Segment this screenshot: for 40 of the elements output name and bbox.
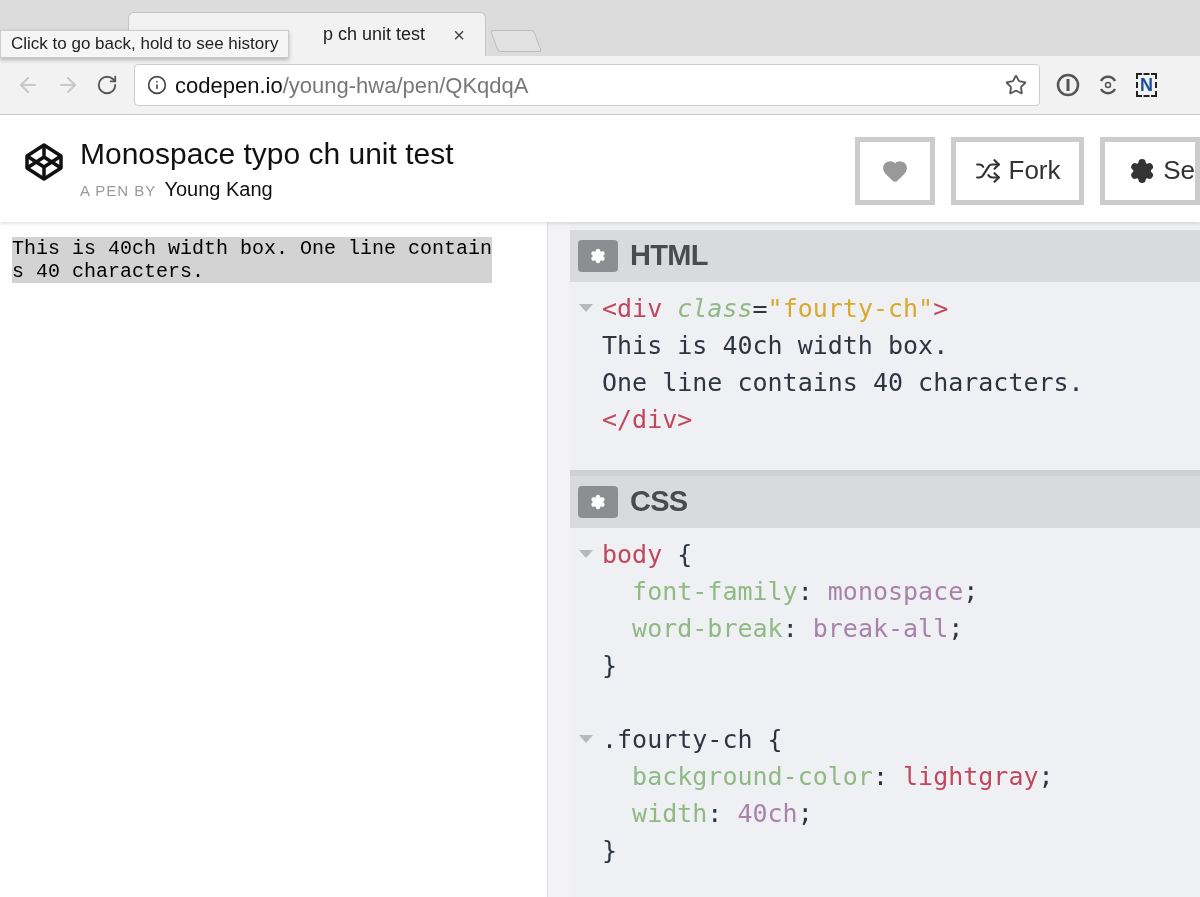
code-line: } bbox=[602, 649, 618, 682]
code-line: font-family: monospace; bbox=[631, 575, 979, 608]
fork-button[interactable]: Fork bbox=[951, 136, 1084, 205]
settings-icon bbox=[1129, 156, 1156, 185]
url-text: codepen.io/young-hwa/pen/QKqdqA bbox=[175, 71, 530, 100]
editor-title: CSS bbox=[630, 484, 688, 520]
byline-label: A PEN BY bbox=[80, 180, 157, 201]
settings-icon[interactable] bbox=[578, 240, 618, 272]
extension-badge[interactable]: N bbox=[1136, 73, 1157, 97]
code-line: One line contains 40 characters. bbox=[602, 366, 1084, 399]
code-line: body { bbox=[602, 538, 693, 571]
key-circle-icon[interactable] bbox=[1056, 73, 1080, 97]
editor-title: HTML bbox=[630, 238, 708, 274]
code-line: width: 40ch; bbox=[631, 797, 813, 830]
author-link[interactable]: Young Kang bbox=[164, 173, 273, 204]
code-line: </div> bbox=[602, 403, 693, 436]
new-tab-button[interactable] bbox=[490, 30, 542, 52]
code-line: This is 40ch width box. bbox=[602, 329, 949, 362]
pen-title: Monospace typo ch unit test bbox=[80, 135, 454, 172]
fork-icon bbox=[974, 157, 1001, 184]
star-icon[interactable] bbox=[1005, 74, 1027, 96]
tab-close-button[interactable]: × bbox=[453, 19, 465, 50]
info-icon[interactable] bbox=[147, 75, 167, 95]
code-line: } bbox=[602, 834, 618, 867]
code-line: <div class="fourty-ch"> bbox=[602, 292, 949, 325]
preview-text: This is 40ch width box. One line contains 40 characters. bbox=[12, 237, 493, 283]
settings-icon[interactable] bbox=[578, 486, 618, 518]
fold-arrow-icon[interactable] bbox=[579, 735, 593, 744]
reload-icon[interactable] bbox=[96, 74, 118, 96]
code-line: word-break: break-all; bbox=[631, 612, 964, 645]
fold-arrow-icon[interactable] bbox=[579, 550, 593, 559]
cube-logo-icon bbox=[24, 141, 64, 182]
heart-button[interactable] bbox=[855, 136, 935, 205]
code-line: background-color: lightgray; bbox=[631, 760, 1054, 793]
code-line: .fourty-ch { bbox=[602, 723, 783, 756]
settings-button[interactable]: Se bbox=[1100, 136, 1200, 205]
address-bar[interactable]: codepen.io/young-hwa/pen/QKqdqA bbox=[134, 64, 1040, 106]
tooltip: Click to go back, hold to see history bbox=[0, 30, 290, 58]
fold-arrow-icon[interactable] bbox=[579, 304, 593, 313]
tab-title: p ch unit test bbox=[323, 23, 426, 46]
